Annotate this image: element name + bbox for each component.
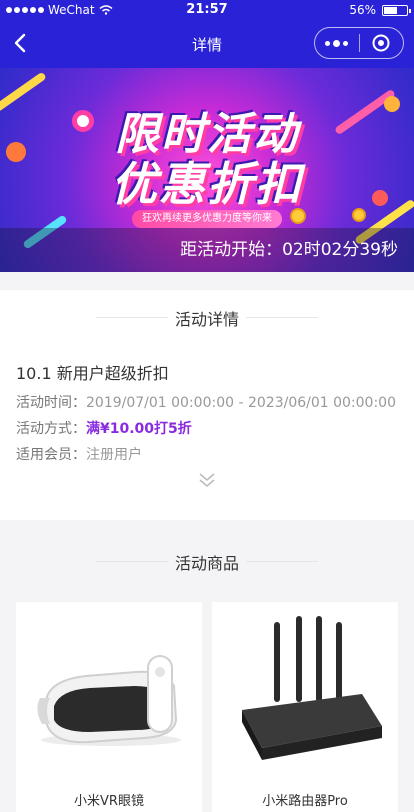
- close-mini-program-button[interactable]: [359, 28, 403, 58]
- product-name: 小米VR眼镜: [74, 794, 144, 809]
- activity-method-row: 活动方式：满¥10.00打5折: [16, 418, 192, 438]
- status-bar: WeChat 21:57 56%: [0, 0, 414, 20]
- target-close-icon: [372, 34, 390, 52]
- detail-section-title: 活动详情: [174, 310, 239, 329]
- activity-method-label: 活动方式：: [16, 421, 86, 437]
- product-name: 小米路由器Pro: [262, 794, 348, 809]
- eligible-members-row: 适用会员：注册用户: [16, 444, 142, 464]
- mini-program-capsule: [314, 27, 404, 59]
- header-divider-left: [96, 317, 168, 318]
- activity-method-value: 满¥10.00打5折: [86, 421, 192, 437]
- detail-section-header: 活动详情: [0, 306, 414, 330]
- products-section-title: 活动商品: [174, 554, 239, 573]
- eligible-members-value: 注册用户: [86, 447, 142, 463]
- header-divider-left: [96, 561, 168, 562]
- router-image: [242, 616, 382, 760]
- promo-banner: 限时活动 优惠折扣 狂欢再续更多优惠力度等你来 距活动开始：02时02分39秒: [0, 68, 414, 272]
- header-divider-right: [246, 561, 318, 562]
- top-bar: WeChat 21:57 56% 详情: [0, 0, 414, 68]
- activity-name: 10.1 新用户超级折扣: [16, 364, 169, 383]
- activity-time-label: 活动时间：: [16, 395, 86, 411]
- battery-status: 56%: [349, 3, 411, 17]
- countdown-timer: 距活动开始：02时02分39秒: [0, 228, 414, 272]
- product-card-vr[interactable]: 小米VR眼镜: [16, 602, 202, 812]
- expand-chevron-icon[interactable]: [197, 470, 217, 490]
- navigation-bar: 详情: [0, 24, 414, 64]
- eligible-members-label: 适用会员：: [16, 447, 86, 463]
- activity-time-row: 活动时间：2019/07/01 00:00:00 - 2023/06/01 00…: [16, 392, 396, 412]
- battery-percent: 56%: [349, 3, 376, 17]
- more-options-button[interactable]: [315, 28, 359, 58]
- activity-time-value: 2019/07/01 00:00:00 - 2023/06/01 00:00:0…: [86, 395, 396, 411]
- header-divider-right: [246, 317, 318, 318]
- battery-icon: [382, 4, 411, 16]
- banner-ribbon: 狂欢再续更多优惠力度等你来: [132, 210, 282, 228]
- product-card-router[interactable]: 小米路由器Pro: [212, 602, 398, 812]
- vr-headset-image: [37, 655, 181, 746]
- banner-headline-2: 优惠折扣: [111, 157, 303, 211]
- products-section-header: 活动商品: [0, 550, 414, 574]
- activity-products-section: 活动商品 小米VR眼镜 小米路由器Pro: [0, 530, 414, 812]
- activity-detail-section: 活动详情 10.1 新用户超级折扣 活动时间：2019/07/01 00:00:…: [0, 290, 414, 520]
